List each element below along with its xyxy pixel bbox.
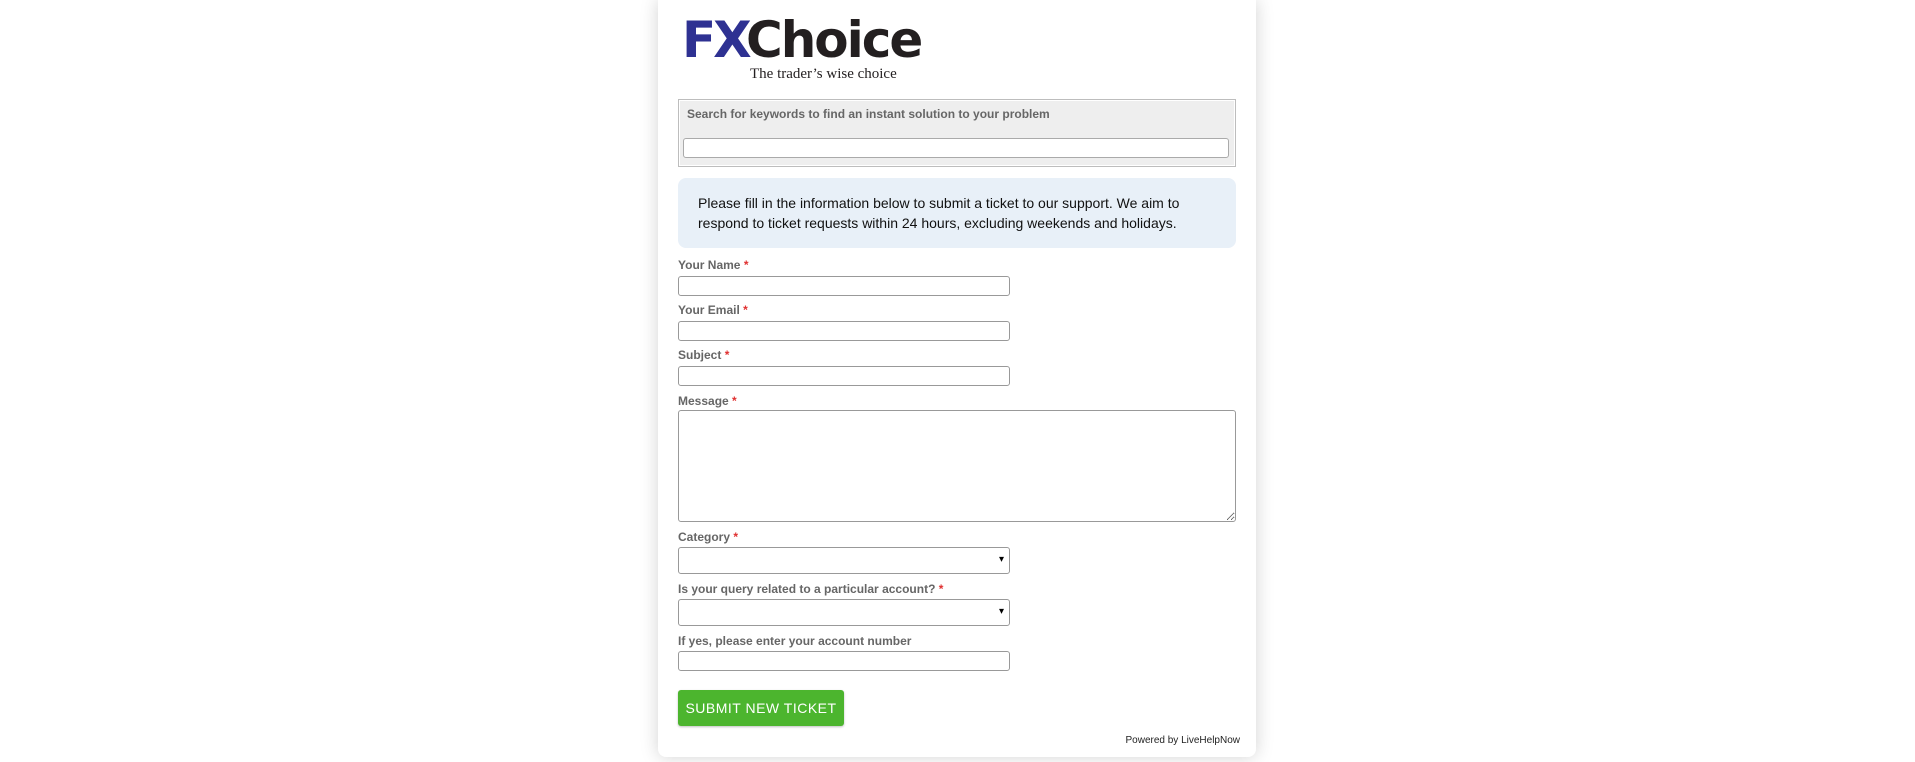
account-number-field[interactable] bbox=[678, 651, 1010, 671]
message-label: Message * bbox=[678, 394, 737, 408]
name-label: Your Name * bbox=[678, 258, 749, 272]
account-number-label: If yes, please enter your account number bbox=[678, 634, 912, 648]
required-marker: * bbox=[743, 258, 749, 272]
fxchoice-logo: FX Choice The trader’s wise choice bbox=[682, 11, 923, 84]
category-select[interactable]: ▾ bbox=[678, 547, 1010, 574]
submit-ticket-button[interactable]: SUBMIT NEW TICKET bbox=[678, 690, 844, 726]
account-related-select[interactable]: ▾ bbox=[678, 599, 1010, 626]
search-label: Search for keywords to find an instant s… bbox=[687, 107, 1050, 121]
required-marker: * bbox=[733, 530, 739, 544]
ticket-form-card: FX Choice The trader’s wise choice Searc… bbox=[658, 0, 1256, 757]
subject-label: Subject * bbox=[678, 348, 730, 362]
required-marker: * bbox=[938, 582, 944, 596]
search-input[interactable] bbox=[683, 138, 1229, 158]
logo-choice: Choice bbox=[746, 11, 923, 69]
category-label: Category * bbox=[678, 530, 739, 544]
email-label: Your Email * bbox=[678, 303, 748, 317]
required-marker: * bbox=[732, 394, 737, 408]
email-field[interactable] bbox=[678, 321, 1010, 341]
account-related-label: Is your query related to a particular ac… bbox=[678, 582, 944, 596]
message-textarea[interactable] bbox=[678, 410, 1236, 522]
logo-fx: FX bbox=[682, 11, 752, 69]
chevron-down-icon: ▾ bbox=[998, 606, 1004, 617]
powered-by-link[interactable]: Powered by LiveHelpNow bbox=[1125, 735, 1240, 746]
required-marker: * bbox=[743, 303, 748, 317]
required-marker: * bbox=[724, 348, 730, 362]
info-notice: Please fill in the information below to … bbox=[678, 178, 1236, 248]
logo-tagline: The trader’s wise choice bbox=[750, 66, 897, 82]
subject-field[interactable] bbox=[678, 366, 1010, 386]
knowledge-search-panel: Search for keywords to find an instant s… bbox=[678, 99, 1236, 167]
chevron-down-icon: ▾ bbox=[998, 554, 1004, 565]
name-field[interactable] bbox=[678, 276, 1010, 296]
